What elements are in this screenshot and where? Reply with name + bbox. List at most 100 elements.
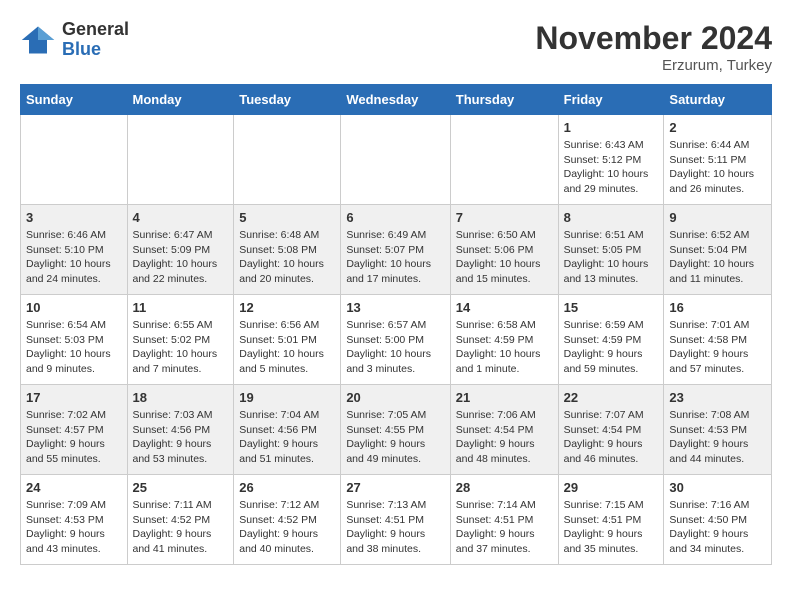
day-info: Sunrise: 6:47 AMSunset: 5:09 PMDaylight:… (133, 228, 229, 287)
day-info: Sunrise: 6:56 AMSunset: 5:01 PMDaylight:… (239, 318, 335, 377)
day-number: 1 (564, 120, 659, 135)
day-number: 25 (133, 480, 229, 495)
day-info: Sunrise: 6:59 AMSunset: 4:59 PMDaylight:… (564, 318, 659, 377)
day-info: Sunrise: 7:16 AMSunset: 4:50 PMDaylight:… (669, 498, 766, 557)
title-block: November 2024 Erzurum, Turkey (535, 20, 772, 74)
calendar-table: SundayMondayTuesdayWednesdayThursdayFrid… (20, 84, 772, 565)
calendar-cell: 23 Sunrise: 7:08 AMSunset: 4:53 PMDayligh… (664, 385, 772, 475)
calendar-cell: 12 Sunrise: 6:56 AMSunset: 5:01 PMDayligh… (234, 295, 341, 385)
day-info: Sunrise: 7:08 AMSunset: 4:53 PMDaylight:… (669, 408, 766, 467)
day-info: Sunrise: 6:52 AMSunset: 5:04 PMDaylight:… (669, 228, 766, 287)
logo-icon (20, 22, 56, 58)
day-number: 4 (133, 210, 229, 225)
day-number: 5 (239, 210, 335, 225)
logo: General Blue (20, 20, 129, 60)
calendar-cell: 29Sunrise: 7:15 AMSunset: 4:51 PMDayligh… (558, 475, 664, 565)
calendar-week-row: 3Sunrise: 6:46 AMSunset: 5:10 PMDaylight… (21, 205, 772, 295)
day-info: Sunrise: 7:06 AMSunset: 4:54 PMDaylight:… (456, 408, 553, 467)
calendar-cell: 1 Sunrise: 6:43 AMSunset: 5:12 PMDaylight… (558, 115, 664, 205)
day-info: Sunrise: 7:11 AMSunset: 4:52 PMDaylight:… (133, 498, 229, 557)
calendar-week-row: 17 Sunrise: 7:02 AMSunset: 4:57 PMDayligh… (21, 385, 772, 475)
weekday-header: Tuesday (234, 85, 341, 115)
day-number: 13 (346, 300, 444, 315)
day-info: Sunrise: 7:13 AMSunset: 4:51 PMDaylight:… (346, 498, 444, 557)
day-number: 17 (26, 390, 122, 405)
day-info: Sunrise: 6:49 AMSunset: 5:07 PMDaylight:… (346, 228, 444, 287)
day-info: Sunrise: 6:50 AMSunset: 5:06 PMDaylight:… (456, 228, 553, 287)
calendar-week-row: 24 Sunrise: 7:09 AMSunset: 4:53 PMDayligh… (21, 475, 772, 565)
logo-general: General (62, 20, 129, 40)
day-number: 12 (239, 300, 335, 315)
weekday-header: Wednesday (341, 85, 450, 115)
calendar-cell: 16 Sunrise: 7:01 AMSunset: 4:58 PMDayligh… (664, 295, 772, 385)
day-number: 15 (564, 300, 659, 315)
logo-text: General Blue (62, 20, 129, 60)
day-info: Sunrise: 6:54 AMSunset: 5:03 PMDaylight:… (26, 318, 122, 377)
calendar-cell (127, 115, 234, 205)
location: Erzurum, Turkey (535, 57, 772, 74)
calendar-cell: 3Sunrise: 6:46 AMSunset: 5:10 PMDaylight… (21, 205, 128, 295)
day-number: 8 (564, 210, 659, 225)
day-info: Sunrise: 7:03 AMSunset: 4:56 PMDaylight:… (133, 408, 229, 467)
day-info: Sunrise: 7:14 AMSunset: 4:51 PMDaylight:… (456, 498, 553, 557)
calendar-cell: 30 Sunrise: 7:16 AMSunset: 4:50 PMDayligh… (664, 475, 772, 565)
weekday-header-row: SundayMondayTuesdayWednesdayThursdayFrid… (21, 85, 772, 115)
calendar-cell: 27 Sunrise: 7:13 AMSunset: 4:51 PMDayligh… (341, 475, 450, 565)
day-number: 19 (239, 390, 335, 405)
day-number: 7 (456, 210, 553, 225)
calendar-cell: 19 Sunrise: 7:04 AMSunset: 4:56 PMDayligh… (234, 385, 341, 475)
day-number: 14 (456, 300, 553, 315)
calendar-cell (450, 115, 558, 205)
day-number: 24 (26, 480, 122, 495)
day-info: Sunrise: 7:02 AMSunset: 4:57 PMDaylight:… (26, 408, 122, 467)
day-info: Sunrise: 7:04 AMSunset: 4:56 PMDaylight:… (239, 408, 335, 467)
day-info: Sunrise: 7:09 AMSunset: 4:53 PMDaylight:… (26, 498, 122, 557)
calendar-cell: 11 Sunrise: 6:55 AMSunset: 5:02 PMDayligh… (127, 295, 234, 385)
calendar-cell (234, 115, 341, 205)
calendar-cell (21, 115, 128, 205)
weekday-header: Sunday (21, 85, 128, 115)
weekday-header: Monday (127, 85, 234, 115)
calendar-cell: 20Sunrise: 7:05 AMSunset: 4:55 PMDayligh… (341, 385, 450, 475)
day-info: Sunrise: 6:57 AMSunset: 5:00 PMDaylight:… (346, 318, 444, 377)
calendar-cell: 7 Sunrise: 6:50 AMSunset: 5:06 PMDaylight… (450, 205, 558, 295)
calendar-cell: 22Sunrise: 7:07 AMSunset: 4:54 PMDayligh… (558, 385, 664, 475)
page-header: General Blue November 2024 Erzurum, Turk… (20, 20, 772, 74)
day-info: Sunrise: 6:58 AMSunset: 4:59 PMDaylight:… (456, 318, 553, 377)
day-info: Sunrise: 7:15 AMSunset: 4:51 PMDaylight:… (564, 498, 659, 557)
day-number: 30 (669, 480, 766, 495)
calendar-cell: 28 Sunrise: 7:14 AMSunset: 4:51 PMDayligh… (450, 475, 558, 565)
day-number: 10 (26, 300, 122, 315)
day-number: 9 (669, 210, 766, 225)
day-number: 28 (456, 480, 553, 495)
day-info: Sunrise: 6:48 AMSunset: 5:08 PMDaylight:… (239, 228, 335, 287)
day-info: Sunrise: 7:01 AMSunset: 4:58 PMDaylight:… (669, 318, 766, 377)
calendar-week-row: 10 Sunrise: 6:54 AMSunset: 5:03 PMDayligh… (21, 295, 772, 385)
day-number: 27 (346, 480, 444, 495)
day-info: Sunrise: 6:51 AMSunset: 5:05 PMDaylight:… (564, 228, 659, 287)
day-info: Sunrise: 6:55 AMSunset: 5:02 PMDaylight:… (133, 318, 229, 377)
day-number: 23 (669, 390, 766, 405)
calendar-cell: 5 Sunrise: 6:48 AMSunset: 5:08 PMDaylight… (234, 205, 341, 295)
day-number: 18 (133, 390, 229, 405)
day-number: 11 (133, 300, 229, 315)
calendar-cell: 8 Sunrise: 6:51 AMSunset: 5:05 PMDaylight… (558, 205, 664, 295)
day-number: 16 (669, 300, 766, 315)
day-info: Sunrise: 7:12 AMSunset: 4:52 PMDaylight:… (239, 498, 335, 557)
calendar-cell (341, 115, 450, 205)
calendar-cell: 9 Sunrise: 6:52 AMSunset: 5:04 PMDaylight… (664, 205, 772, 295)
calendar-cell: 21Sunrise: 7:06 AMSunset: 4:54 PMDayligh… (450, 385, 558, 475)
calendar-cell: 4 Sunrise: 6:47 AMSunset: 5:09 PMDaylight… (127, 205, 234, 295)
day-number: 26 (239, 480, 335, 495)
weekday-header: Friday (558, 85, 664, 115)
calendar-cell: 14 Sunrise: 6:58 AMSunset: 4:59 PMDayligh… (450, 295, 558, 385)
calendar-cell: 6Sunrise: 6:49 AMSunset: 5:07 PMDaylight… (341, 205, 450, 295)
calendar-cell: 25 Sunrise: 7:11 AMSunset: 4:52 PMDayligh… (127, 475, 234, 565)
day-info: Sunrise: 7:05 AMSunset: 4:55 PMDaylight:… (346, 408, 444, 467)
calendar-cell: 2Sunrise: 6:44 AMSunset: 5:11 PMDaylight… (664, 115, 772, 205)
day-info: Sunrise: 7:07 AMSunset: 4:54 PMDaylight:… (564, 408, 659, 467)
calendar-cell: 24 Sunrise: 7:09 AMSunset: 4:53 PMDayligh… (21, 475, 128, 565)
day-number: 2 (669, 120, 766, 135)
day-info: Sunrise: 6:43 AMSunset: 5:12 PMDaylight:… (564, 138, 659, 197)
calendar-cell: 13 Sunrise: 6:57 AMSunset: 5:00 PMDayligh… (341, 295, 450, 385)
